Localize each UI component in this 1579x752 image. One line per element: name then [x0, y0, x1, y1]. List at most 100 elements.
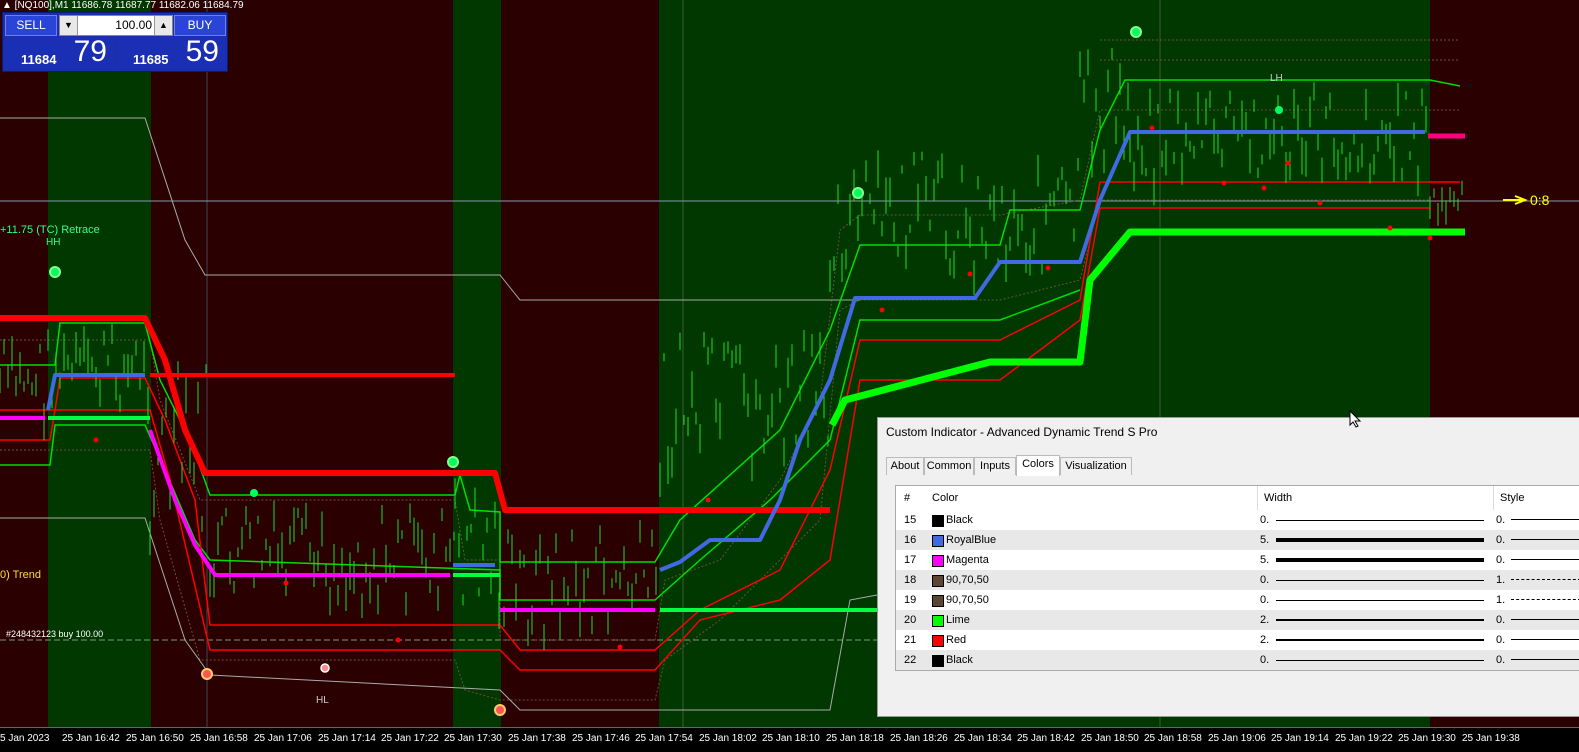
- row-number: 19: [904, 594, 917, 606]
- colors-table: # Color Width Style 15 Black 0. 0. 16 RoyalBl…: [895, 485, 1579, 671]
- time-tick-label: 25 Jan 17:22: [381, 733, 439, 744]
- time-tick-label: 25 Jan 16:42: [62, 733, 120, 744]
- row-number: 22: [904, 654, 917, 666]
- lots-input[interactable]: ▼ 100.00 ▲: [59, 15, 173, 36]
- style-line-preview: [1511, 579, 1579, 580]
- color-swatch[interactable]: [932, 595, 944, 607]
- width-value[interactable]: 2.: [1260, 634, 1269, 646]
- sell-price[interactable]: 11684 79: [5, 35, 113, 69]
- time-tick-label: 25 Jan 16:58: [190, 733, 248, 744]
- time-tick-label: 25 Jan 18:18: [826, 733, 884, 744]
- time-tick-label: 25 Jan 17:54: [635, 733, 693, 744]
- color-swatch[interactable]: [932, 615, 944, 627]
- width-value[interactable]: 2.: [1260, 614, 1269, 626]
- row-number: 20: [904, 614, 917, 626]
- style-value[interactable]: 0.: [1496, 634, 1505, 646]
- time-tick-label: 25 Jan 19:06: [1208, 733, 1266, 744]
- color-swatch[interactable]: [932, 575, 944, 587]
- style-line-preview: [1511, 539, 1579, 540]
- width-value[interactable]: 0.: [1260, 594, 1269, 606]
- time-tick-label: 25 Jan 16:50: [126, 733, 184, 744]
- width-line-preview: [1276, 660, 1484, 661]
- table-header: # Color Width Style: [896, 486, 1579, 511]
- table-row[interactable]: 21 Red 2. 0.: [896, 630, 1579, 650]
- col-style: Style: [1500, 492, 1525, 504]
- table-row[interactable]: 22 Black 0. 0.: [896, 650, 1579, 670]
- width-value[interactable]: 0.: [1260, 654, 1269, 666]
- width-value[interactable]: 0.: [1260, 574, 1269, 586]
- style-line-preview: [1511, 659, 1579, 660]
- tab-about[interactable]: About: [886, 457, 924, 475]
- time-tick-label: 25 Jan 19:14: [1271, 733, 1329, 744]
- color-name[interactable]: Black: [946, 514, 973, 526]
- color-name[interactable]: Black: [946, 654, 973, 666]
- table-row[interactable]: 15 Black 0. 0.: [896, 510, 1579, 530]
- color-name[interactable]: 90,70,50: [946, 594, 989, 606]
- tab-colors[interactable]: Colors: [1016, 455, 1060, 476]
- table-row[interactable]: 20 Lime 2. 0.: [896, 610, 1579, 630]
- row-number: 15: [904, 514, 917, 526]
- time-tick-label: 25 Jan 17:46: [572, 733, 630, 744]
- style-value[interactable]: 0.: [1496, 514, 1505, 526]
- style-value[interactable]: 1.: [1496, 594, 1505, 606]
- time-axis: 5 Jan 2023 25 Jan 16:42 25 Jan 16:50 25 Jan…: [0, 727, 1579, 752]
- col-width: Width: [1264, 492, 1293, 504]
- width-value[interactable]: 5.: [1260, 534, 1269, 546]
- width-value[interactable]: 5.: [1260, 554, 1269, 566]
- style-line-preview: [1511, 619, 1579, 620]
- time-tick-label: 25 Jan 19:30: [1398, 733, 1456, 744]
- color-swatch[interactable]: [932, 515, 944, 527]
- tab-visualization[interactable]: Visualization: [1060, 457, 1132, 475]
- color-name[interactable]: Red: [946, 634, 966, 646]
- color-name[interactable]: 90,70,50: [946, 574, 989, 586]
- width-line-preview: [1276, 558, 1484, 562]
- row-number: 21: [904, 634, 917, 646]
- color-swatch[interactable]: [932, 535, 944, 547]
- buy-price[interactable]: 11685 59: [117, 35, 225, 69]
- table-row[interactable]: 19 90,70,50 0. 1.: [896, 590, 1579, 610]
- color-swatch[interactable]: [932, 555, 944, 567]
- color-name[interactable]: RoyalBlue: [946, 534, 996, 546]
- table-row[interactable]: 16 RoyalBlue 5. 0.: [896, 530, 1579, 550]
- lots-increase-icon[interactable]: ▲: [154, 16, 172, 35]
- time-tick-label: 25 Jan 18:10: [762, 733, 820, 744]
- col-color: Color: [932, 492, 959, 504]
- row-number: 16: [904, 534, 917, 546]
- width-line-preview: [1276, 600, 1484, 601]
- time-tick-label: 25 Jan 17:30: [444, 733, 502, 744]
- hh-label: HH: [46, 237, 61, 248]
- width-value[interactable]: 0.: [1260, 514, 1269, 526]
- time-tick-label: 5 Jan 2023: [0, 733, 50, 744]
- style-value[interactable]: 0.: [1496, 654, 1505, 666]
- color-name[interactable]: Lime: [946, 614, 970, 626]
- lots-value[interactable]: 100.00: [115, 16, 152, 35]
- style-line-preview: [1511, 559, 1579, 560]
- width-line-preview: [1276, 580, 1484, 581]
- color-name[interactable]: Magenta: [946, 554, 989, 566]
- buy-button[interactable]: BUY: [174, 15, 226, 36]
- color-swatch[interactable]: [932, 655, 944, 667]
- trend-label: 0) Trend: [0, 569, 41, 581]
- right-marker-label: 0:8: [1530, 192, 1550, 208]
- style-value[interactable]: 0.: [1496, 614, 1505, 626]
- sell-button[interactable]: SELL: [5, 15, 57, 36]
- color-swatch[interactable]: [932, 635, 944, 647]
- order-label[interactable]: #248432123 buy 100.00: [6, 629, 103, 639]
- lots-decrease-icon[interactable]: ▼: [60, 16, 78, 35]
- time-tick-label: 25 Jan 17:06: [254, 733, 312, 744]
- style-value[interactable]: 1.: [1496, 574, 1505, 586]
- style-value[interactable]: 0.: [1496, 554, 1505, 566]
- time-tick-label: 25 Jan 18:42: [1017, 733, 1075, 744]
- time-tick-label: 25 Jan 17:38: [508, 733, 566, 744]
- row-number: 17: [904, 554, 917, 566]
- one-click-trading-panel: SELL ▼ 100.00 ▲ BUY 11684 79 11685 59: [2, 12, 228, 72]
- table-row[interactable]: 17 Magenta 5. 0.: [896, 550, 1579, 570]
- time-tick-label: 25 Jan 18:26: [890, 733, 948, 744]
- row-number: 18: [904, 574, 917, 586]
- tab-inputs[interactable]: Inputs: [974, 457, 1016, 475]
- style-value[interactable]: 0.: [1496, 534, 1505, 546]
- tab-common[interactable]: Common: [924, 457, 974, 475]
- table-row[interactable]: 18 90,70,50 0. 1.: [896, 570, 1579, 590]
- time-tick-label: 25 Jan 18:02: [699, 733, 757, 744]
- buy-price-digits: 59: [185, 35, 219, 68]
